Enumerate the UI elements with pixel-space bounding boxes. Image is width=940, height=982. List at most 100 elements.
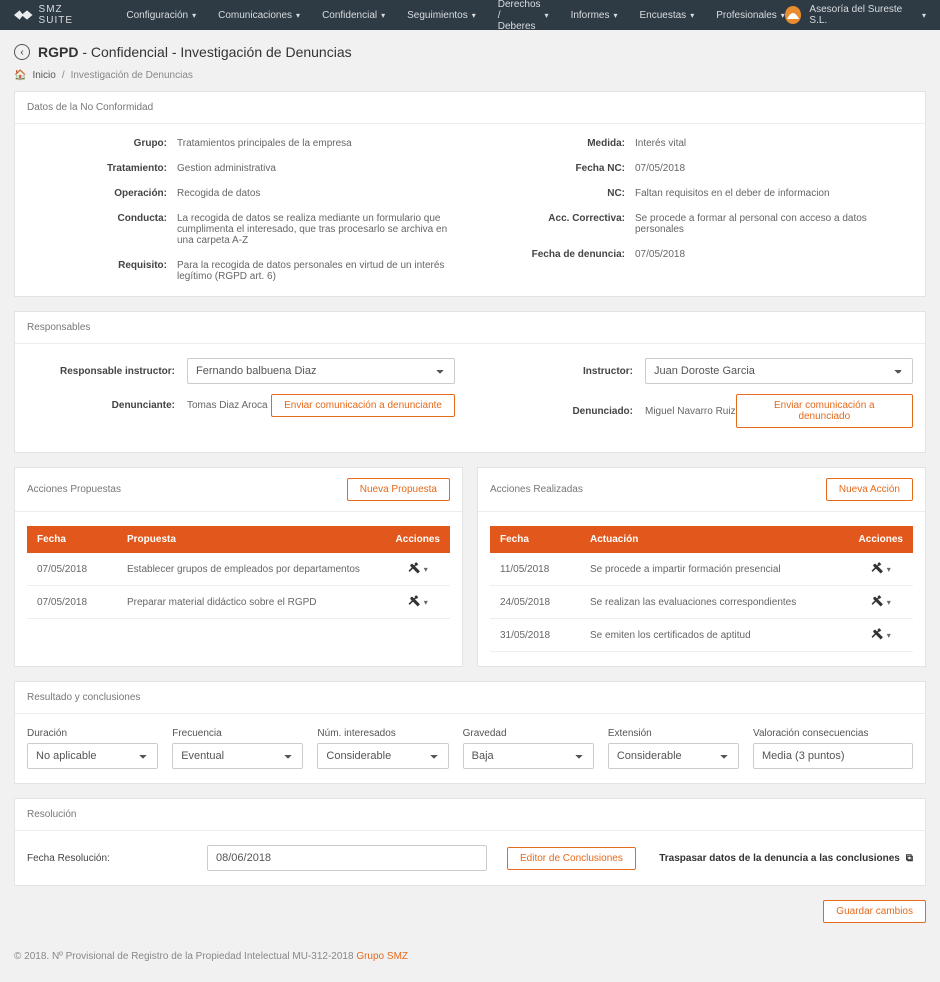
cell-texto: Se emiten los certificados de aptitud <box>580 619 849 652</box>
account-menu[interactable]: Asesoría del Sureste S.L. ▾ <box>785 4 926 26</box>
row-actions[interactable]: ▾ <box>871 594 891 610</box>
menu-informes[interactable]: Informes▾ <box>571 0 618 32</box>
footer-link[interactable]: Grupo SMZ <box>356 951 408 962</box>
btn-comunicar-denunciante[interactable]: Enviar comunicación a denunciante <box>271 394 455 417</box>
fecha-resolucion-input[interactable] <box>207 845 487 871</box>
table-row: 11/05/2018Se procede a impartir formació… <box>490 553 913 586</box>
field-label: Conducta: <box>27 213 177 246</box>
table-row: 24/05/2018Se realizan las evaluaciones c… <box>490 586 913 619</box>
btn-nueva-propuesta[interactable]: Nueva Propuesta <box>347 478 450 501</box>
main-menu: Configuración▾ Comunicaciones▾ Confidenc… <box>126 0 784 32</box>
menu-encuestas[interactable]: Encuestas▾ <box>639 0 694 32</box>
menu-profesionales[interactable]: Profesionales▾ <box>716 0 785 32</box>
home-icon: 🏠 <box>14 70 26 81</box>
chevron-down-icon: ▾ <box>381 11 385 20</box>
top-nav: SMZ SUITE Configuración▾ Comunicaciones▾… <box>0 0 940 30</box>
denunciado-value: Miguel Navarro Ruiz <box>645 406 736 417</box>
tools-icon <box>871 561 884 577</box>
valoracion-label: Valoración consecuencias <box>753 728 913 739</box>
panel-header: Acciones Realizadas <box>490 484 583 495</box>
tools-icon <box>408 561 421 577</box>
chevron-down-icon: ▾ <box>887 565 891 574</box>
btn-nueva-accion[interactable]: Nueva Acción <box>826 478 913 501</box>
logo-icon <box>14 10 33 20</box>
chevron-down-icon: ▾ <box>424 565 428 574</box>
table-row: 07/05/2018Establecer grupos de empleados… <box>27 553 450 586</box>
resp-instructor-select[interactable]: Fernando balbuena Diaz <box>187 358 455 384</box>
field-label: NC: <box>485 188 635 199</box>
account-name: Asesoría del Sureste S.L. <box>809 4 914 26</box>
menu-configuracion[interactable]: Configuración▾ <box>126 0 196 32</box>
denunciado-label: Denunciado: <box>485 406 645 417</box>
field-value: Tratamientos principales de la empresa <box>177 138 455 149</box>
menu-seguimientos[interactable]: Seguimientos▾ <box>407 0 476 32</box>
breadcrumb: 🏠 Inicio / Investigación de Denuncias <box>14 70 926 81</box>
btn-guardar[interactable]: Guardar cambios <box>823 900 926 923</box>
tools-icon <box>871 594 884 610</box>
cell-fecha: 11/05/2018 <box>490 553 580 586</box>
brand-logo[interactable]: SMZ SUITE <box>14 4 96 26</box>
menu-comunicaciones[interactable]: Comunicaciones▾ <box>218 0 300 32</box>
frecuencia-select[interactable]: Eventual <box>172 743 303 769</box>
row-actions[interactable]: ▾ <box>408 594 428 610</box>
panel-resolucion: Resolución Fecha Resolución: Editor de C… <box>14 798 926 886</box>
chevron-down-icon: ▾ <box>887 598 891 607</box>
duracion-label: Duración <box>27 728 158 739</box>
field-value: Se procede a formar al personal con acce… <box>635 213 913 235</box>
panel-propuestas: Acciones Propuestas Nueva Propuesta Fech… <box>14 467 463 667</box>
panel-header: Datos de la No Conformidad <box>15 92 925 124</box>
crumb-home[interactable]: Inicio <box>32 70 55 81</box>
field-label: Requisito: <box>27 260 177 282</box>
cell-texto: Se procede a impartir formación presenci… <box>580 553 849 586</box>
field-value: 07/05/2018 <box>635 163 913 174</box>
chevron-down-icon: ▾ <box>922 11 926 20</box>
copy-icon[interactable]: ⧉ <box>906 853 913 864</box>
denunciante-value: Tomas Diaz Aroca <box>187 400 268 411</box>
row-actions[interactable]: ▾ <box>871 627 891 643</box>
interesados-select[interactable]: Considerable <box>317 743 448 769</box>
extension-select[interactable]: Considerable <box>608 743 739 769</box>
cell-fecha: 31/05/2018 <box>490 619 580 652</box>
panel-responsables: Responsables Responsable instructor: Fer… <box>14 311 926 453</box>
menu-derechos[interactable]: Derechos / Deberes▾ <box>498 0 549 32</box>
chevron-down-icon: ▾ <box>472 11 476 20</box>
field-label: Tratamiento: <box>27 163 177 174</box>
cell-fecha: 07/05/2018 <box>27 586 117 619</box>
table-row: 07/05/2018Preparar material didáctico so… <box>27 586 450 619</box>
interesados-label: Núm. interesados <box>317 728 448 739</box>
instructor-select[interactable]: Juan Doroste Garcia <box>645 358 913 384</box>
field-label: Fecha de denuncia: <box>485 249 635 260</box>
field-label: Acc. Correctiva: <box>485 213 635 235</box>
row-actions[interactable]: ▾ <box>408 561 428 577</box>
chevron-down-icon: ▾ <box>690 11 694 20</box>
row-actions[interactable]: ▾ <box>871 561 891 577</box>
table-row: 31/05/2018Se emiten los certificados de … <box>490 619 913 652</box>
cell-texto: Preparar material didáctico sobre el RGP… <box>117 586 386 619</box>
btn-editor-conclusiones[interactable]: Editor de Conclusiones <box>507 847 636 870</box>
crumb-current: Investigación de Denuncias <box>71 70 193 81</box>
cell-texto: Se realizan las evaluaciones correspondi… <box>580 586 849 619</box>
resp-instructor-label: Responsable instructor: <box>27 366 187 377</box>
panel-header: Resultado y conclusiones <box>15 682 925 714</box>
valoracion-input[interactable] <box>753 743 913 769</box>
chevron-down-icon: ▾ <box>296 11 300 20</box>
field-label: Grupo: <box>27 138 177 149</box>
gravedad-label: Gravedad <box>463 728 594 739</box>
gravedad-select[interactable]: Baja <box>463 743 594 769</box>
panel-header: Responsables <box>15 312 925 344</box>
btn-comunicar-denunciado[interactable]: Enviar comunicación a denunciado <box>736 394 913 428</box>
duracion-select[interactable]: No aplicable <box>27 743 158 769</box>
frecuencia-label: Frecuencia <box>172 728 303 739</box>
back-icon[interactable]: ‹ <box>14 44 30 60</box>
panel-datos-nc: Datos de la No Conformidad Grupo:Tratami… <box>14 91 926 297</box>
brand-text: SMZ SUITE <box>39 4 97 26</box>
extension-label: Extensión <box>608 728 739 739</box>
field-value: Recogida de datos <box>177 188 455 199</box>
panel-realizadas: Acciones Realizadas Nueva Acción Fecha A… <box>477 467 926 667</box>
page-title-row: ‹ RGPD - Confidencial - Investigación de… <box>14 44 926 60</box>
menu-confidencial[interactable]: Confidencial▾ <box>322 0 385 32</box>
tools-icon <box>408 594 421 610</box>
footer: © 2018. Nº Provisional de Registro de la… <box>0 943 940 982</box>
field-label: Operación: <box>27 188 177 199</box>
tabla-realizadas: Fecha Actuación Acciones 11/05/2018Se pr… <box>490 526 913 652</box>
